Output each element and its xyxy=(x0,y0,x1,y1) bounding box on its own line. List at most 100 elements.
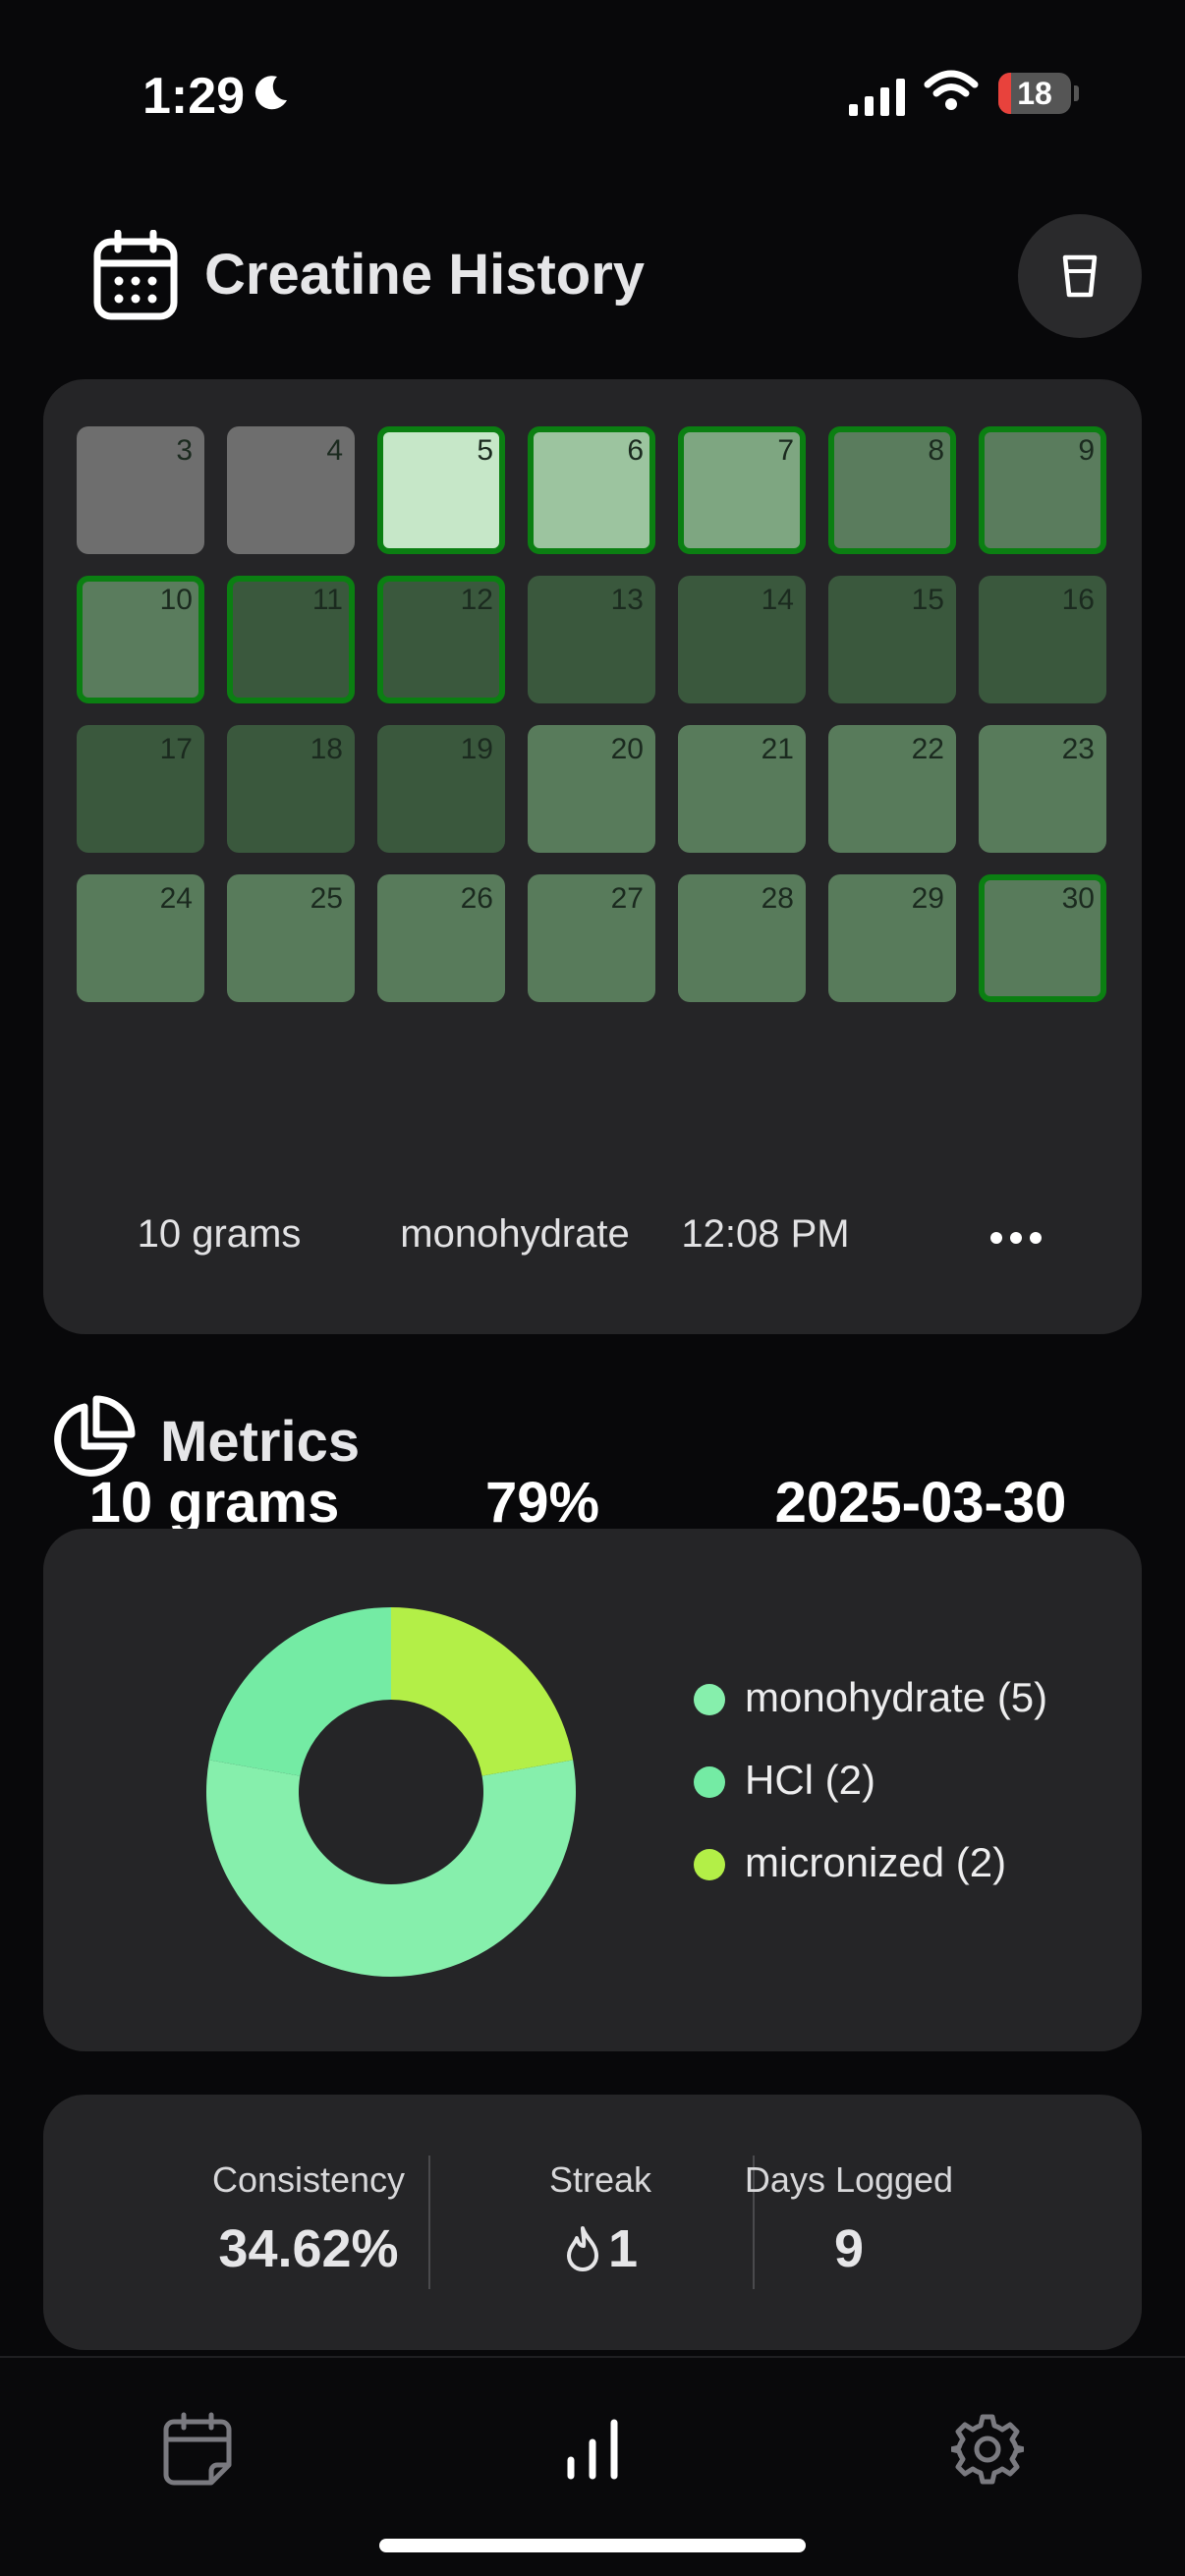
more-options-icon[interactable] xyxy=(988,1230,1044,1246)
calendar-day-number: 19 xyxy=(460,733,493,765)
calendar-day[interactable]: 16 xyxy=(979,576,1106,703)
calendar-day[interactable]: 19 xyxy=(377,725,505,853)
calendar-day[interactable]: 26 xyxy=(377,874,505,1002)
log-dose-button[interactable] xyxy=(1018,214,1142,338)
legend-label: monohydrate (5) xyxy=(745,1674,1048,1720)
wifi-icon xyxy=(924,70,979,110)
calendar-day-number: 12 xyxy=(460,584,493,616)
calendar-day-number: 16 xyxy=(1061,584,1095,616)
calendar-day[interactable]: 13 xyxy=(528,576,655,703)
status-bar: 1:29 18 xyxy=(0,0,1185,196)
calendar-day[interactable]: 8 xyxy=(828,426,956,554)
consistency-label: Consistency xyxy=(211,2159,406,2200)
donut-slice xyxy=(208,1607,391,1776)
calendar-day[interactable]: 15 xyxy=(828,576,956,703)
signal-icon xyxy=(849,79,905,116)
legend-label: micronized (2) xyxy=(745,1839,1007,1885)
calendar-day-number: 10 xyxy=(159,584,193,616)
calendar-day-number: 18 xyxy=(310,733,343,765)
divider xyxy=(428,2156,430,2289)
calendar-day[interactable]: 10 xyxy=(77,576,204,703)
legend-dot xyxy=(694,1684,725,1715)
calendar-day-number: 9 xyxy=(1078,434,1095,467)
calendar-day[interactable]: 11 xyxy=(227,576,355,703)
calendar-day-number: 22 xyxy=(911,733,944,765)
calendar-day-number: 6 xyxy=(627,434,644,467)
calendar-day-number: 14 xyxy=(761,584,794,616)
moon-icon xyxy=(254,76,287,110)
calendar-day-number: 20 xyxy=(610,733,644,765)
calendar-day-number: 3 xyxy=(176,434,193,467)
calendar-day[interactable]: 20 xyxy=(528,725,655,853)
calendar-day[interactable]: 24 xyxy=(77,874,204,1002)
calendar-icon xyxy=(93,230,178,320)
calendar-grid: 3 4 5 6 7 8 9 10 11 12 13 14 15 16 17 18 19 20 21 22 23 24 25 2… xyxy=(77,426,1106,1002)
status-time: 1:29 xyxy=(142,68,246,125)
calendar-day[interactable]: 3 xyxy=(77,426,204,554)
donut-slice xyxy=(205,1760,576,1977)
legend-dot xyxy=(694,1849,725,1880)
calendar-day[interactable]: 6 xyxy=(528,426,655,554)
calendar-day-number: 26 xyxy=(460,882,493,915)
app-screen: 1:29 18 Creatine History 3 4 5 6 7 8 9 1… xyxy=(0,0,1185,2576)
calendar-day-number: 24 xyxy=(159,882,193,915)
calendar-day[interactable]: 22 xyxy=(828,725,956,853)
donut-chart xyxy=(205,1607,576,1977)
pie-chart-icon xyxy=(54,1395,136,1477)
calendar-day[interactable]: 18 xyxy=(227,725,355,853)
history-card: 3 4 5 6 7 8 9 10 11 12 13 14 15 16 17 18 19 20 21 22 23 24 25 2… xyxy=(43,379,1142,1535)
streak-value: 1 xyxy=(607,2219,639,2278)
calendar-day[interactable]: 14 xyxy=(678,576,806,703)
calendar-day-number: 11 xyxy=(311,584,343,616)
calendar-day-number: 15 xyxy=(911,584,944,616)
metrics-title: Metrics xyxy=(160,1410,361,1474)
legend-dot xyxy=(694,1766,725,1798)
calendar-day-number: 30 xyxy=(1061,882,1095,915)
calendar-day-number: 29 xyxy=(911,882,944,915)
entry-date: 2025-03-30 xyxy=(774,1471,1067,1535)
tab-metrics[interactable] xyxy=(548,2405,637,2493)
days-logged-label: Days Logged xyxy=(744,2159,954,2200)
calendar-day-number: 21 xyxy=(761,733,794,765)
home-indicator[interactable] xyxy=(379,2539,806,2552)
calendar-day-number: 7 xyxy=(777,434,794,467)
tab-history[interactable] xyxy=(153,2405,242,2493)
calendar-day-number: 13 xyxy=(610,584,644,616)
calendar-day-number: 17 xyxy=(159,733,193,765)
calendar-day-number: 27 xyxy=(610,882,644,915)
calendar-day[interactable]: 30 xyxy=(979,874,1106,1002)
calendar-day[interactable]: 12 xyxy=(377,576,505,703)
calendar-day[interactable]: 27 xyxy=(528,874,655,1002)
flame-icon xyxy=(566,2226,598,2271)
settings-gear-icon xyxy=(951,2414,1024,2485)
calendar-day-number: 25 xyxy=(310,882,343,915)
calendar-day[interactable]: 4 xyxy=(227,426,355,554)
entry-percent: 79% xyxy=(484,1471,600,1535)
entry-time: 12:08 PM xyxy=(681,1212,850,1256)
tab-settings[interactable] xyxy=(943,2405,1032,2493)
consistency-stat: Consistency 34.62% xyxy=(122,2095,495,2350)
calendar-day[interactable]: 25 xyxy=(227,874,355,1002)
calendar-day[interactable]: 5 xyxy=(377,426,505,554)
glass-icon xyxy=(1062,254,1098,298)
calendar-day[interactable]: 7 xyxy=(678,426,806,554)
calendar-day[interactable]: 21 xyxy=(678,725,806,853)
entry-dose: 10 grams xyxy=(137,1212,302,1256)
calendar-day-number: 23 xyxy=(1061,733,1095,765)
entry-type: monohydrate xyxy=(400,1212,630,1256)
consistency-value: 34.62% xyxy=(218,2219,399,2278)
days-logged-stat: Days Logged 9 xyxy=(662,2095,1036,2350)
calendar-day[interactable]: 17 xyxy=(77,725,204,853)
calendar-edit-icon xyxy=(163,2412,232,2486)
calendar-day[interactable]: 23 xyxy=(979,725,1106,853)
legend-label: HCl (2) xyxy=(745,1757,875,1803)
summary-card: Consistency 34.62% Streak 1 Days Logged … xyxy=(43,2095,1142,2350)
calendar-day[interactable]: 28 xyxy=(678,874,806,1002)
calendar-day[interactable]: 9 xyxy=(979,426,1106,554)
donut-slice xyxy=(391,1607,574,1776)
calendar-day-number: 4 xyxy=(326,434,343,467)
calendar-day[interactable]: 29 xyxy=(828,874,956,1002)
calendar-day-number: 28 xyxy=(761,882,794,915)
days-logged-value: 9 xyxy=(833,2219,865,2278)
page-title: Creatine History xyxy=(204,243,646,307)
